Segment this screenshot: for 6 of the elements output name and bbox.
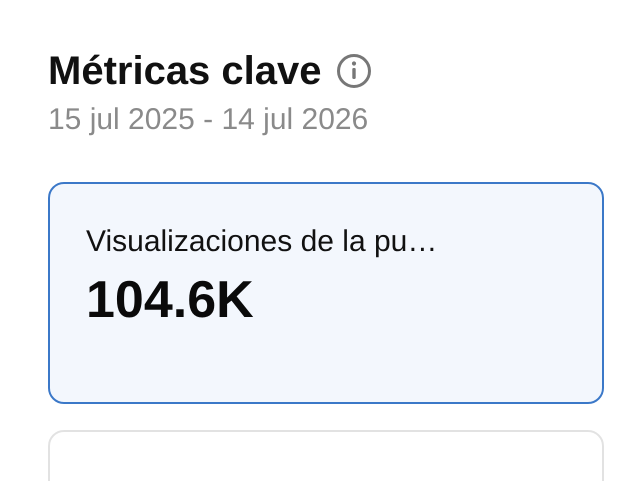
metric-label: Visualizaciones de la pu… [86,224,438,260]
info-icon[interactable] [336,53,372,89]
date-range: 15 jul 2025 - 14 jul 2026 [48,102,370,138]
metric-card[interactable]: Visualizaciones de la pu… 104.6K [48,182,604,404]
metric-value: 104.6K [86,270,255,330]
section-title: Métricas clave [48,48,322,95]
